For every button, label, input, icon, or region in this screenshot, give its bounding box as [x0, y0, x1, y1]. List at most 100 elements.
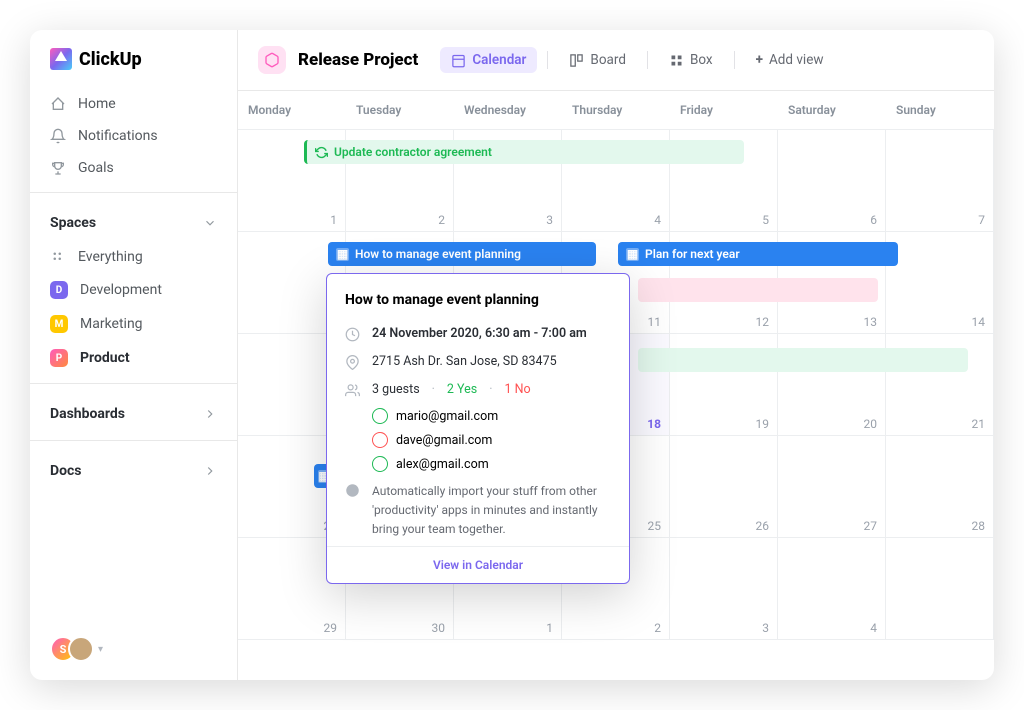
event-planning[interactable]: ▦ How to manage event planning — [328, 242, 596, 266]
tab-board[interactable]: Board — [558, 47, 637, 73]
chevron-right-icon — [203, 407, 217, 421]
date-number: 25 — [648, 519, 662, 533]
everything-label: Everything — [78, 249, 143, 265]
avatar-caret-icon: ▾ — [98, 644, 103, 655]
date-number: 28 — [972, 519, 986, 533]
date-number: 11 — [648, 315, 662, 329]
date-number: 5 — [762, 213, 769, 227]
dev-label: Development — [80, 282, 162, 298]
bell-icon — [50, 128, 66, 144]
clock-icon — [345, 327, 360, 342]
guest-row: alex@gmail.com — [327, 452, 629, 476]
date-number: 27 — [864, 519, 878, 533]
avatar-photo — [68, 636, 94, 662]
logo[interactable]: ClickUp — [30, 48, 237, 88]
date-number: 6 — [870, 213, 877, 227]
calendar-mini-icon: ▦ — [336, 248, 349, 261]
add-view[interactable]: + Add view — [745, 47, 835, 73]
event-label: Update contractor agreement — [334, 145, 492, 159]
docs-header[interactable]: Docs — [30, 449, 237, 489]
nav-home-label: Home — [78, 96, 116, 112]
calendar-cell[interactable]: 14 — [886, 232, 994, 334]
date-number: 29 — [324, 621, 338, 635]
dashboards-header[interactable]: Dashboards — [30, 392, 237, 432]
view-in-calendar-link[interactable]: View in Calendar — [327, 546, 629, 583]
project-title: Release Project — [298, 50, 418, 70]
day-thu: Thursday — [562, 91, 670, 129]
date-number: 4 — [870, 621, 877, 635]
divider — [647, 51, 648, 69]
space-development[interactable]: D Development — [30, 273, 237, 307]
guest-row: mario@gmail.com — [327, 404, 629, 428]
location-icon — [345, 355, 360, 370]
docs-label: Docs — [50, 463, 82, 479]
calendar-cell[interactable]: 4 — [778, 538, 886, 640]
date-number: 20 — [864, 417, 878, 431]
guest-email: mario@gmail.com — [396, 409, 498, 424]
spaces-header[interactable]: Spaces — [30, 201, 237, 241]
nav-goals-label: Goals — [78, 160, 114, 176]
popup-no: 1 No — [505, 382, 531, 398]
space-marketing[interactable]: M Marketing — [30, 307, 237, 341]
status-yes-icon — [372, 456, 388, 472]
date-number: 13 — [864, 315, 878, 329]
date-number: 3 — [546, 213, 553, 227]
day-tue: Tuesday — [346, 91, 454, 129]
user-avatars[interactable]: S ▾ — [50, 636, 217, 662]
guest-email: dave@gmail.com — [396, 433, 492, 448]
tab-calendar[interactable]: Calendar — [440, 47, 537, 73]
date-number: 2 — [438, 213, 445, 227]
calendar-cell[interactable] — [886, 538, 994, 640]
status-no-icon — [372, 432, 388, 448]
divider — [734, 51, 735, 69]
spaces-label: Spaces — [50, 215, 96, 231]
event-label: Plan for next year — [645, 247, 740, 261]
day-fri: Friday — [670, 91, 778, 129]
prod-label: Product — [80, 350, 130, 366]
nav-home[interactable]: Home — [30, 88, 237, 120]
mkt-label: Marketing — [80, 316, 143, 332]
event-contractor[interactable]: Update contractor agreement — [304, 140, 744, 164]
nav-goals[interactable]: Goals — [30, 152, 237, 184]
calendar-cell[interactable]: 6 — [778, 130, 886, 232]
event-green2[interactable] — [638, 348, 968, 372]
divider — [547, 51, 548, 69]
day-sat: Saturday — [778, 91, 886, 129]
popup-location: 2715 Ash Dr. San Jose, SD 83475 — [372, 354, 557, 370]
date-number: 1 — [546, 621, 553, 635]
date-number: 14 — [972, 315, 986, 329]
chevron-right-icon — [203, 464, 217, 478]
event-plan-year[interactable]: ▦ Plan for next year — [618, 242, 898, 266]
calendar-cell[interactable]: 27 — [778, 436, 886, 538]
calendar-cell[interactable]: 26 — [670, 436, 778, 538]
event-pink[interactable] — [638, 278, 878, 302]
date-number: 21 — [972, 417, 986, 431]
popup-desc: Automatically import your stuff from oth… — [372, 482, 611, 540]
logo-icon — [50, 48, 72, 70]
calendar-cell[interactable]: 7 — [886, 130, 994, 232]
calendar-header: Monday Tuesday Wednesday Thursday Friday… — [238, 91, 994, 130]
calendar-cell[interactable]: 3 — [670, 538, 778, 640]
box-icon — [669, 53, 684, 68]
day-mon: Monday — [238, 91, 346, 129]
date-number: 30 — [432, 621, 446, 635]
info-icon — [345, 483, 360, 498]
trophy-icon — [50, 160, 66, 176]
grid-icon — [50, 249, 66, 265]
calendar-icon — [451, 53, 466, 68]
guest-email: alex@gmail.com — [396, 457, 489, 472]
nav-notifications[interactable]: Notifications — [30, 120, 237, 152]
popup-yes: 2 Yes — [447, 382, 477, 398]
sync-icon — [315, 146, 328, 159]
date-number: 19 — [756, 417, 770, 431]
add-view-label: Add view — [769, 52, 824, 68]
tab-calendar-label: Calendar — [472, 52, 526, 68]
popup-time: 24 November 2020, 6:30 am - 7:00 am — [372, 326, 587, 342]
calendar-cell[interactable]: 28 — [886, 436, 994, 538]
date-number: 4 — [654, 213, 661, 227]
space-product[interactable]: P Product — [30, 341, 237, 375]
tab-box[interactable]: Box — [658, 47, 724, 73]
dashboards-label: Dashboards — [50, 406, 125, 422]
date-number: 7 — [978, 213, 985, 227]
space-everything[interactable]: Everything — [30, 241, 237, 273]
